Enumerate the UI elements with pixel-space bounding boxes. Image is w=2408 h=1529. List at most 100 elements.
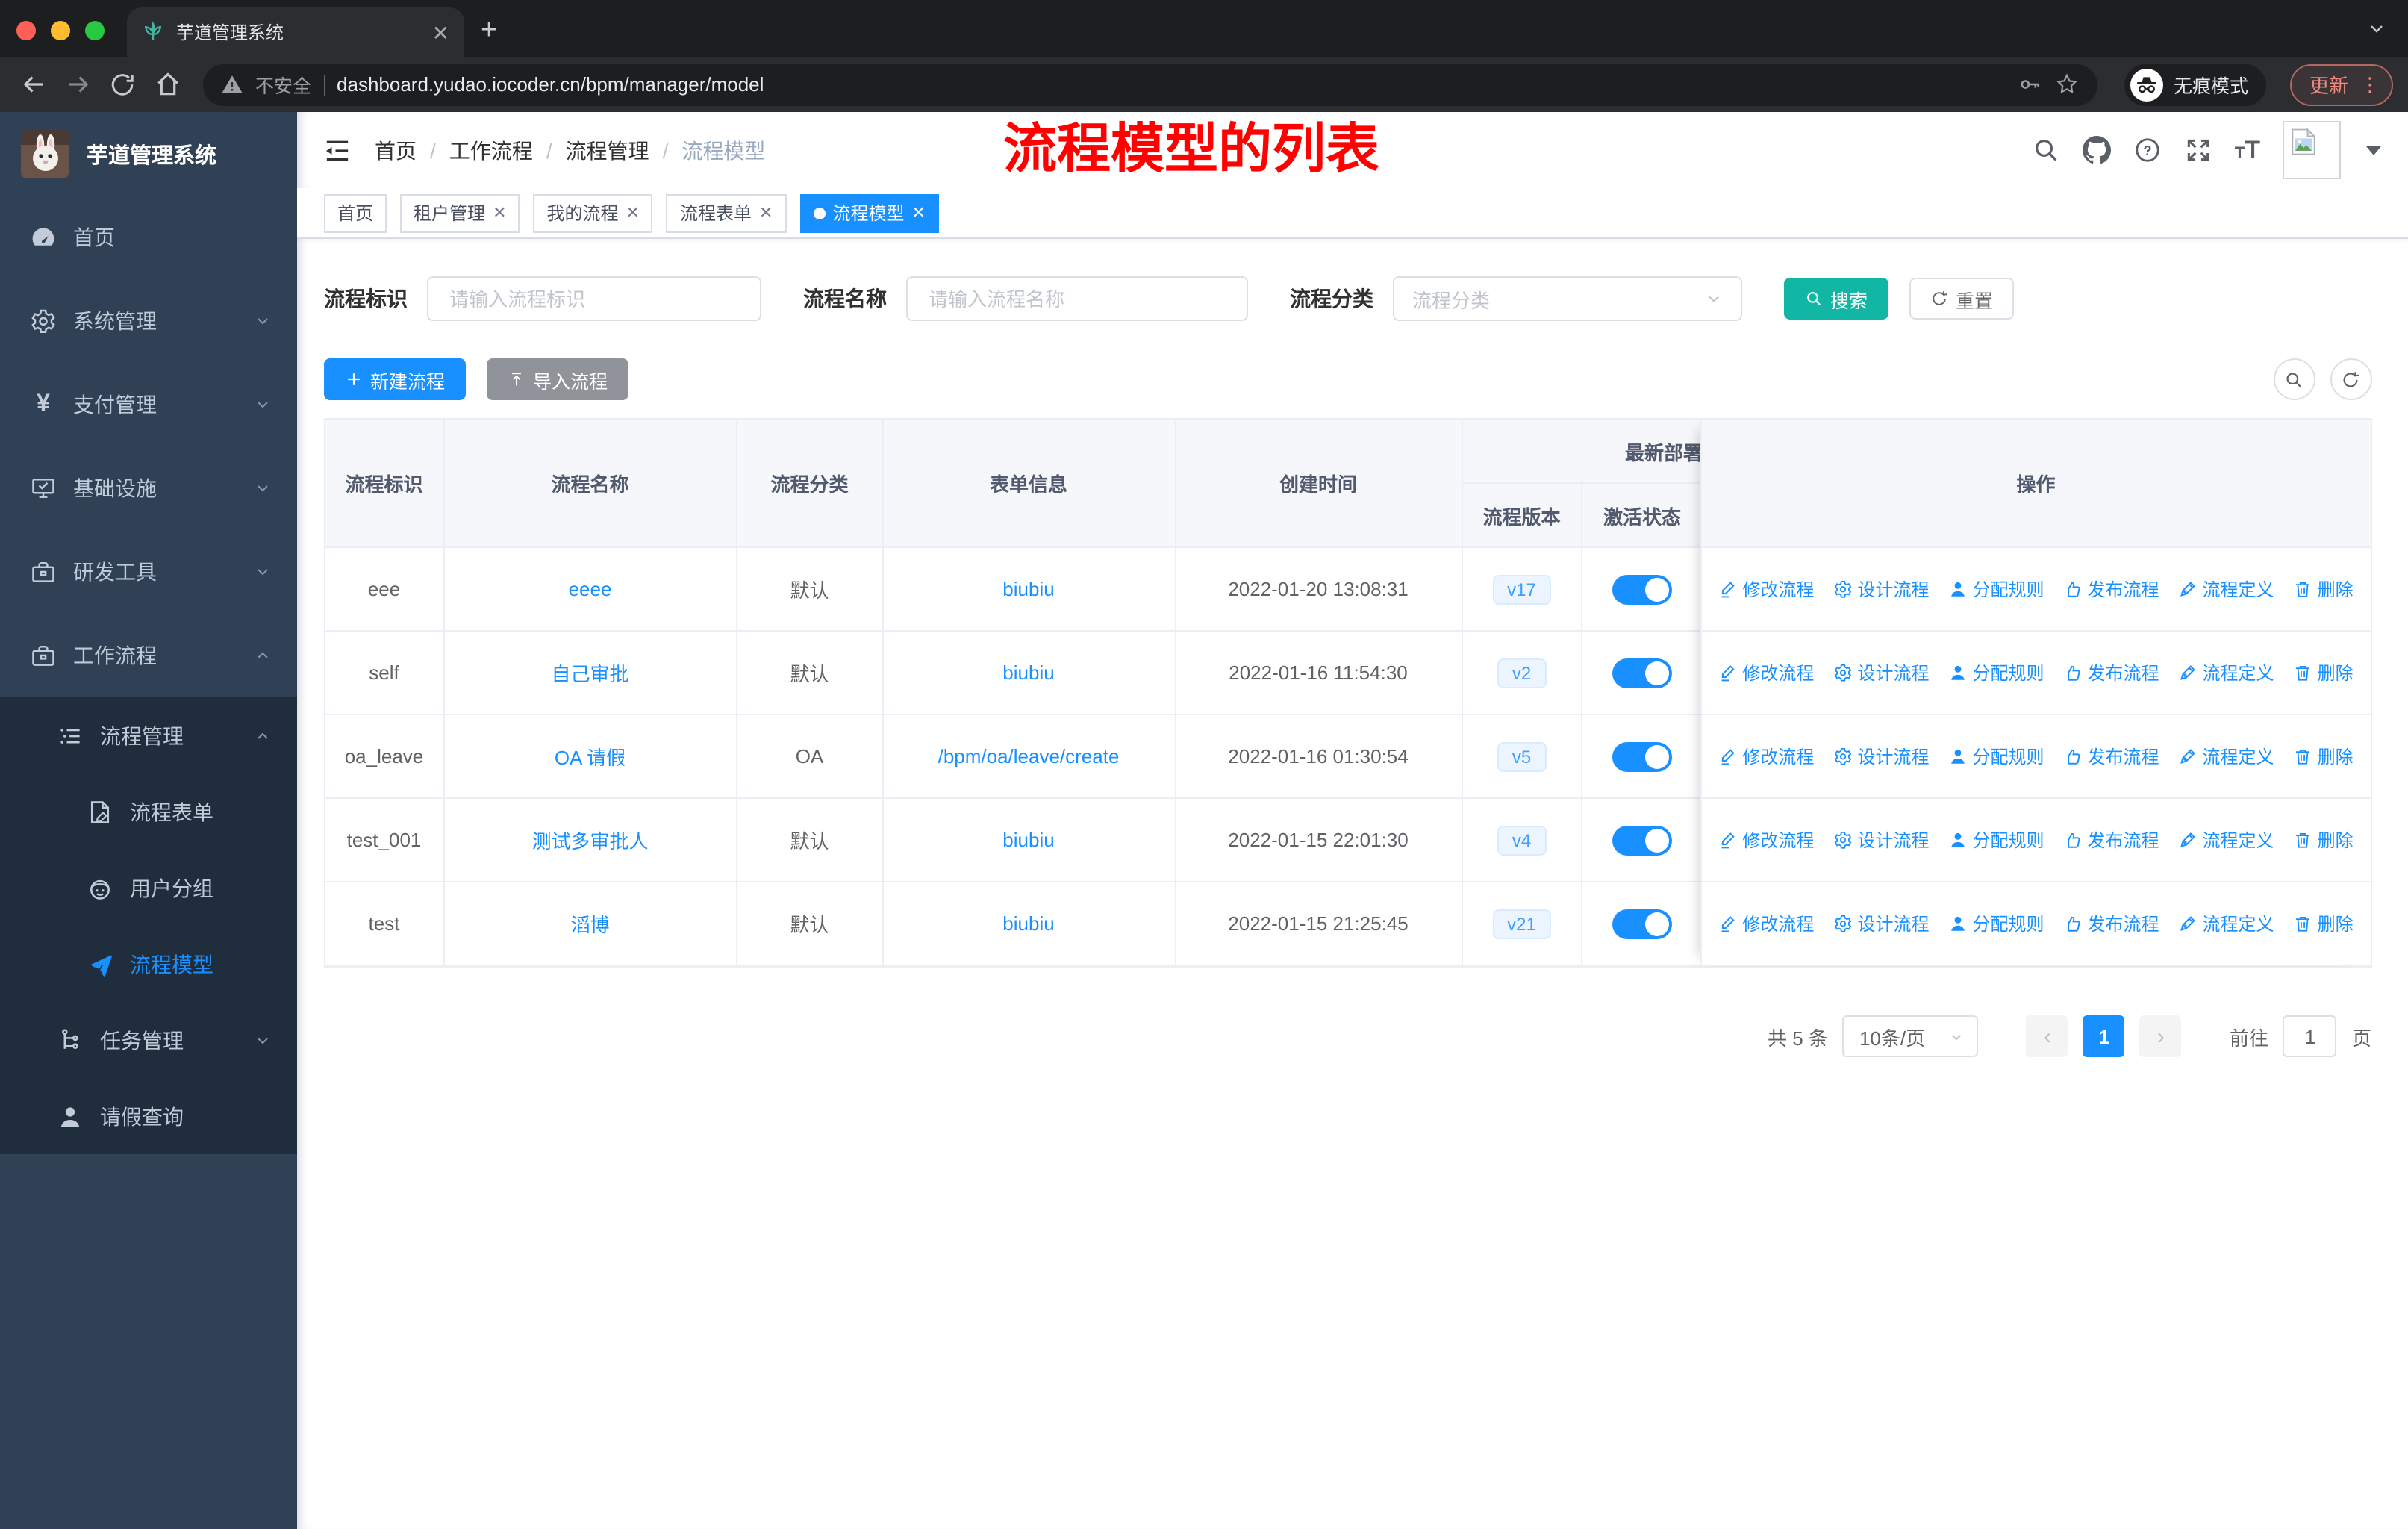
- tag-home[interactable]: 首页: [324, 193, 387, 232]
- sidebar-item-leave-query[interactable]: 请假查询: [0, 1078, 297, 1154]
- zoom-window-button[interactable]: [85, 21, 105, 40]
- process-name-link[interactable]: 测试多审批人: [531, 826, 648, 854]
- active-toggle[interactable]: [1612, 825, 1672, 855]
- design-process-link[interactable]: 设计流程: [1833, 744, 1929, 769]
- process-name-link[interactable]: 滔博: [570, 909, 609, 938]
- breadcrumb-workflow[interactable]: 工作流程: [449, 135, 533, 165]
- security-label[interactable]: 不安全: [255, 70, 311, 99]
- process-definition-link[interactable]: 流程定义: [2179, 660, 2274, 685]
- design-process-link[interactable]: 设计流程: [1833, 576, 1929, 602]
- form-info-link[interactable]: /bpm/oa/leave/create: [938, 745, 1120, 767]
- form-info-link[interactable]: biubiu: [1002, 829, 1054, 851]
- active-toggle[interactable]: [1612, 658, 1672, 688]
- key-input[interactable]: [446, 286, 742, 311]
- search-button[interactable]: 搜索: [1784, 278, 1889, 320]
- tag-process-form[interactable]: 流程表单 ✕: [666, 193, 787, 232]
- edit-process-link[interactable]: 修改流程: [1718, 660, 1814, 685]
- name-input[interactable]: [926, 286, 1229, 311]
- process-definition-link[interactable]: 流程定义: [2179, 911, 2274, 936]
- browser-tab[interactable]: 芋道管理系统 ✕: [127, 7, 464, 57]
- form-info-link[interactable]: biubiu: [1002, 661, 1054, 684]
- goto-page-input[interactable]: [2283, 1015, 2337, 1057]
- tag-my-process[interactable]: 我的流程 ✕: [533, 193, 653, 232]
- page-size-select[interactable]: 10条/页: [1842, 1015, 1979, 1057]
- forward-button[interactable]: [60, 66, 96, 102]
- publish-process-link[interactable]: 发布流程: [2064, 911, 2159, 936]
- active-toggle[interactable]: [1612, 741, 1672, 771]
- design-process-link[interactable]: 设计流程: [1833, 911, 1929, 936]
- next-page-button[interactable]: ›: [2139, 1015, 2182, 1057]
- tab-close-icon[interactable]: ✕: [432, 22, 449, 43]
- publish-process-link[interactable]: 发布流程: [2064, 576, 2159, 602]
- active-toggle[interactable]: [1612, 574, 1672, 604]
- github-icon[interactable]: [2082, 136, 2111, 164]
- avatar-caret-icon[interactable]: [2366, 146, 2381, 155]
- active-toggle[interactable]: [1612, 909, 1672, 938]
- process-name-link[interactable]: 自己审批: [551, 658, 628, 687]
- password-key-icon[interactable]: [2017, 72, 2042, 97]
- process-name-link[interactable]: eeee: [569, 578, 612, 600]
- sidebar-fold-icon[interactable]: [312, 125, 363, 175]
- update-chrome-button[interactable]: 更新 ⋮: [2289, 63, 2393, 105]
- assign-rule-link[interactable]: 分配规则: [1948, 911, 2044, 936]
- sidebar-item-home[interactable]: 首页: [0, 196, 297, 279]
- publish-process-link[interactable]: 发布流程: [2064, 744, 2159, 769]
- edit-process-link[interactable]: 修改流程: [1718, 911, 1814, 936]
- url-text[interactable]: dashboard.yudao.iocoder.cn/bpm/manager/m…: [337, 73, 2005, 96]
- create-process-button[interactable]: 新建流程: [324, 358, 467, 400]
- home-button[interactable]: [149, 66, 185, 102]
- sidebar-item-process-model[interactable]: 流程模型: [0, 926, 297, 1002]
- process-definition-link[interactable]: 流程定义: [2179, 744, 2274, 769]
- fullscreen-icon[interactable]: [2184, 136, 2212, 164]
- close-icon[interactable]: ✕: [759, 203, 773, 222]
- assign-rule-link[interactable]: 分配规则: [1948, 744, 2044, 769]
- publish-process-link[interactable]: 发布流程: [2064, 827, 2159, 853]
- sidebar-item-workflow[interactable]: 工作流程: [0, 614, 297, 697]
- process-name-link[interactable]: OA 请假: [555, 742, 626, 770]
- sidebar-item-devtools[interactable]: 研发工具: [0, 530, 297, 614]
- page-number-1[interactable]: 1: [2083, 1015, 2125, 1057]
- font-size-icon[interactable]: TT: [2235, 137, 2260, 163]
- bookmark-star-icon[interactable]: [2054, 72, 2080, 97]
- app-logo[interactable]: 芋道管理系统: [0, 112, 297, 196]
- assign-rule-link[interactable]: 分配规则: [1948, 576, 2044, 602]
- assign-rule-link[interactable]: 分配规则: [1948, 827, 2044, 853]
- address-bar[interactable]: 不安全 dashboard.yudao.iocoder.cn/bpm/manag…: [203, 63, 2097, 105]
- close-icon[interactable]: ✕: [626, 203, 640, 222]
- sidebar-item-process-mgmt[interactable]: 流程管理: [0, 697, 297, 773]
- breadcrumb-process-mgmt[interactable]: 流程管理: [566, 135, 649, 165]
- sidebar-item-task-mgmt[interactable]: 任务管理: [0, 1002, 297, 1078]
- publish-process-link[interactable]: 发布流程: [2064, 660, 2159, 685]
- search-icon[interactable]: [2032, 136, 2060, 164]
- breadcrumb-home[interactable]: 首页: [375, 135, 417, 165]
- back-button[interactable]: [15, 66, 51, 102]
- close-window-button[interactable]: [16, 21, 36, 40]
- process-definition-link[interactable]: 流程定义: [2179, 576, 2274, 602]
- sidebar-item-infra[interactable]: 基础设施: [0, 446, 297, 530]
- window-controls[interactable]: [16, 21, 105, 40]
- close-icon[interactable]: ✕: [911, 203, 925, 222]
- edit-process-link[interactable]: 修改流程: [1718, 827, 1814, 853]
- close-icon[interactable]: ✕: [493, 203, 506, 222]
- form-info-link[interactable]: biubiu: [1002, 912, 1054, 935]
- reset-button[interactable]: 重置: [1909, 278, 2015, 320]
- form-info-link[interactable]: biubiu: [1002, 578, 1054, 600]
- sidebar-item-process-form[interactable]: 流程表单: [0, 773, 297, 850]
- browser-menu-icon[interactable]: ⋮: [2360, 75, 2380, 94]
- edit-process-link[interactable]: 修改流程: [1718, 744, 1814, 769]
- design-process-link[interactable]: 设计流程: [1833, 660, 1929, 685]
- reload-button[interactable]: [105, 66, 140, 102]
- import-process-button[interactable]: 导入流程: [487, 358, 629, 400]
- toggle-search-button[interactable]: [2273, 358, 2315, 400]
- delete-process-link[interactable]: 删除: [2294, 827, 2354, 853]
- assign-rule-link[interactable]: 分配规则: [1948, 660, 2044, 685]
- help-icon[interactable]: ?: [2133, 136, 2162, 164]
- edit-process-link[interactable]: 修改流程: [1718, 576, 1814, 602]
- design-process-link[interactable]: 设计流程: [1833, 827, 1929, 853]
- delete-process-link[interactable]: 删除: [2294, 911, 2354, 936]
- delete-process-link[interactable]: 删除: [2294, 576, 2354, 602]
- refresh-table-button[interactable]: [2330, 358, 2371, 400]
- tag-process-model[interactable]: 流程模型 ✕: [799, 193, 939, 232]
- sidebar-item-user-group[interactable]: 用户分组: [0, 850, 297, 926]
- minimize-window-button[interactable]: [51, 21, 70, 40]
